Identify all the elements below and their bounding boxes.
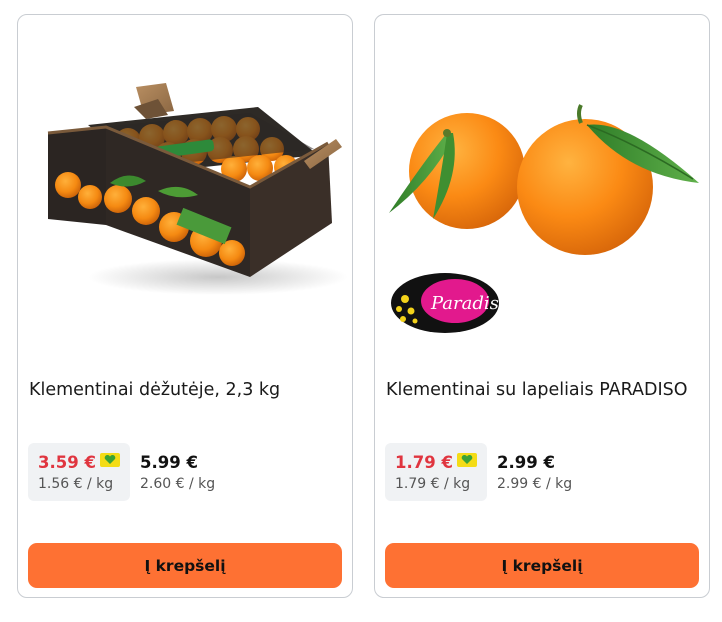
clementines-with-leaves-image: Paradiso — [389, 104, 699, 333]
promo-price: 1.79 € — [395, 453, 453, 472]
promo-unit-price: 1.56 € / kg — [38, 476, 114, 492]
clementine-box-image — [47, 83, 348, 295]
product-card[interactable]: Klementinai dėžutėje, 2,3 kg 3.59 € 1.56… — [17, 14, 353, 598]
product-title[interactable]: Klementinai dėžutėje, 2,3 kg — [29, 378, 345, 402]
promo-unit-price: 1.79 € / kg — [395, 476, 471, 492]
promo-price: 3.59 € — [38, 453, 96, 472]
product-grid: Klementinai dėžutėje, 2,3 kg 3.59 € 1.56… — [0, 0, 722, 622]
loyalty-card-icon — [100, 453, 120, 467]
regular-price: 5.99 € — [140, 453, 198, 472]
regular-price: 2.99 € — [497, 453, 555, 472]
promo-price-box: 3.59 € 1.56 € / kg — [28, 443, 130, 501]
add-to-cart-button[interactable]: Į krepšelį — [385, 543, 699, 588]
product-image[interactable] — [18, 15, 352, 365]
paradiso-logo: Paradiso — [391, 273, 510, 333]
regular-unit-price: 2.99 € / kg — [497, 476, 573, 492]
paradiso-logo-text: Paradiso — [430, 293, 510, 314]
add-to-cart-button[interactable]: Į krepšelį — [28, 543, 342, 588]
promo-price-box: 1.79 € 1.79 € / kg — [385, 443, 487, 501]
product-card[interactable]: Paradiso Klementinai su lapeliais PARADI… — [374, 14, 710, 598]
regular-unit-price: 2.60 € / kg — [140, 476, 216, 492]
product-image[interactable]: Paradiso — [375, 15, 709, 365]
product-title[interactable]: Klementinai su lapeliais PARADISO — [386, 378, 702, 402]
loyalty-card-icon — [457, 453, 477, 467]
